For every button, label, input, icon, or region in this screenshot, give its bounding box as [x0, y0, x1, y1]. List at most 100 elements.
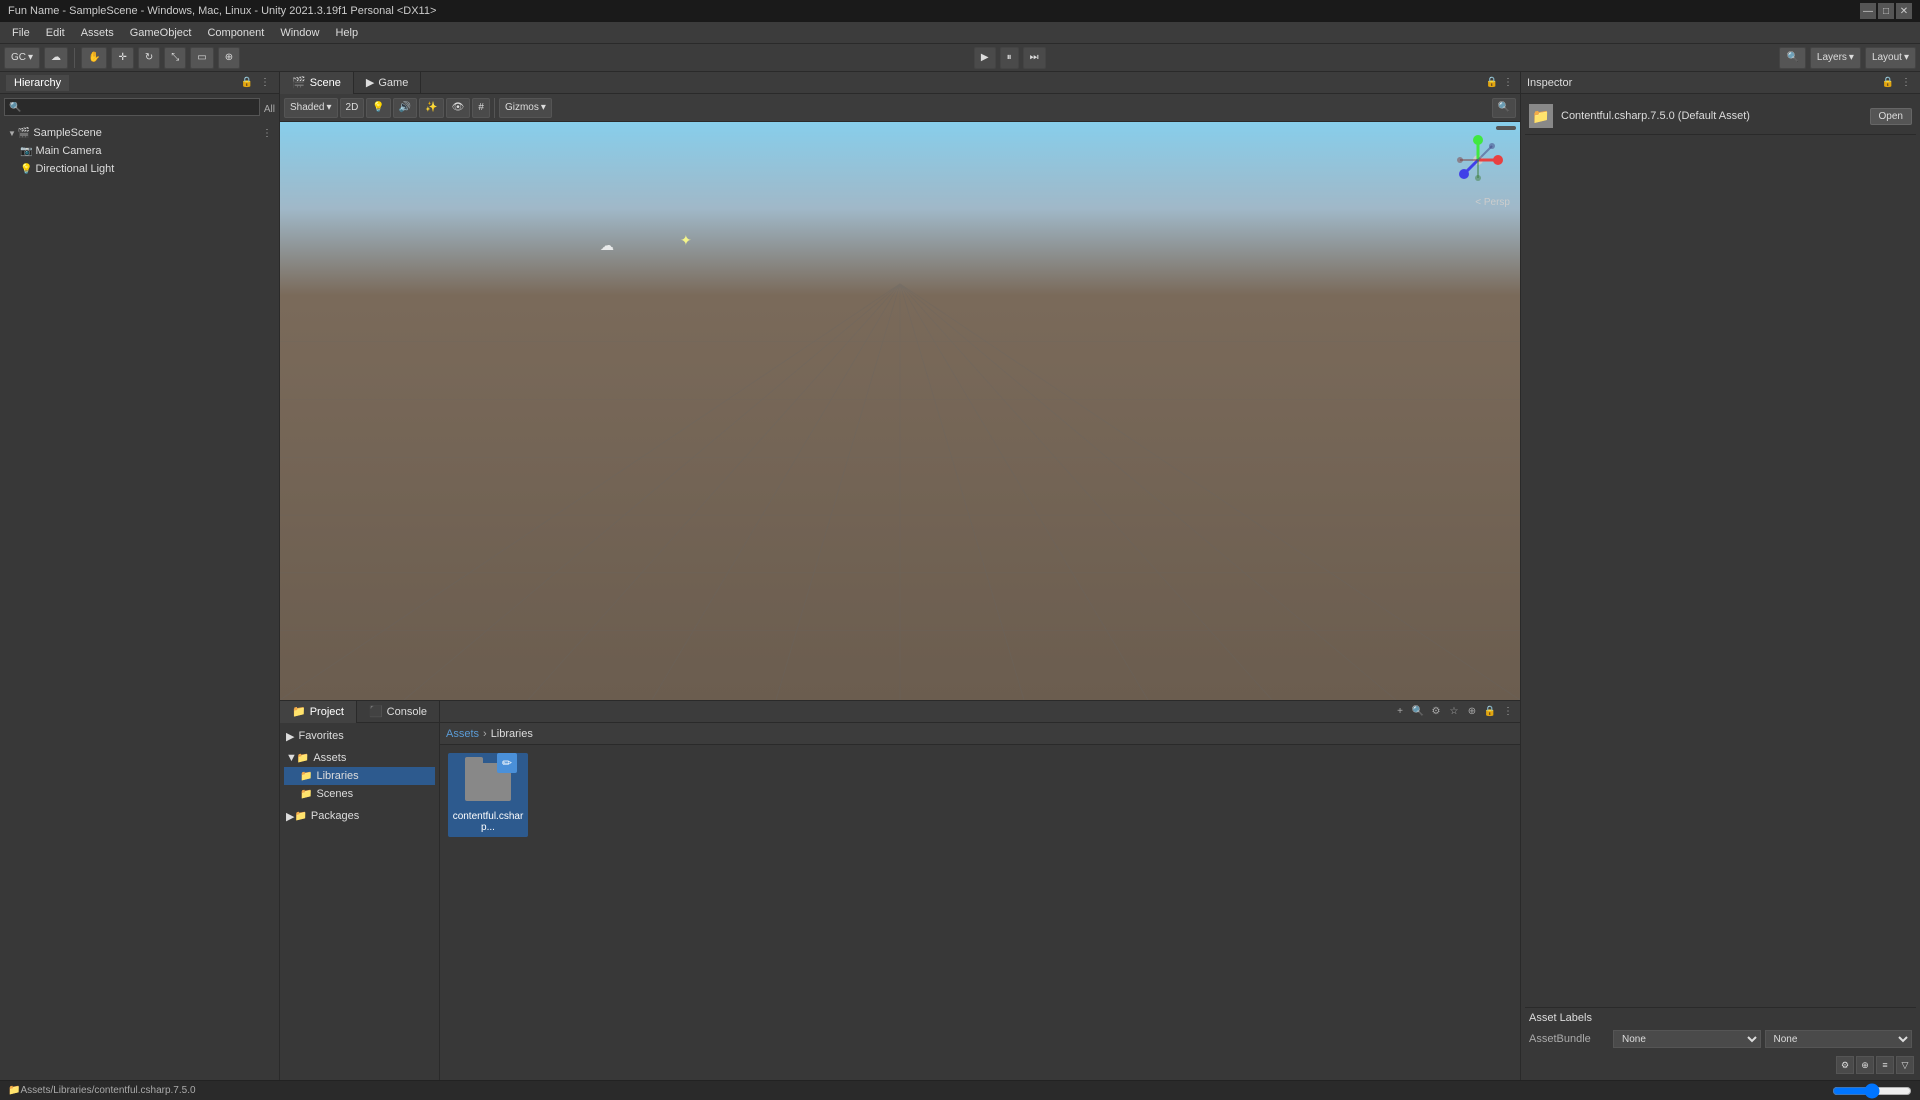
packages-header[interactable]: ▶ 📁 Packages [284, 807, 435, 825]
breadcrumb-root[interactable]: Assets [446, 728, 479, 740]
scene-name-label: SampleScene [33, 127, 102, 139]
project-menu-button[interactable]: ⋮ [1500, 704, 1516, 720]
inspector-open-button[interactable]: Open [1870, 108, 1912, 125]
game-tab[interactable]: ▶ Game [354, 72, 421, 94]
scene-tab[interactable]: 🎬 Scene [280, 72, 354, 94]
scene-gizmo[interactable] [1450, 132, 1510, 192]
inspector-lock-button[interactable]: 🔒 [1880, 75, 1896, 91]
play-icon: ▶ [981, 52, 989, 63]
menu-assets[interactable]: Assets [73, 25, 122, 41]
close-button[interactable]: ✕ [1896, 3, 1912, 19]
project-tab[interactable]: 📁 Project [280, 701, 357, 723]
project-add-button[interactable]: + [1392, 704, 1408, 720]
shading-mode-button[interactable]: Shaded ▾ [284, 98, 338, 118]
hierarchy-maincamera-item[interactable]: 📷 Main Camera [4, 142, 275, 160]
rotate-tool-button[interactable]: ↻ [138, 47, 160, 69]
scene-scrollbar[interactable] [1496, 126, 1516, 130]
inspector-icon-btn-3[interactable]: ≡ [1876, 1056, 1894, 1074]
hierarchy-light-item[interactable]: 💡 Directional Light [4, 160, 275, 178]
play-button[interactable]: ▶ [974, 47, 996, 69]
transform-tool-button[interactable]: ⊕ [218, 47, 240, 69]
menu-gameobject[interactable]: GameObject [122, 25, 200, 41]
hierarchy-tab[interactable]: Hierarchy [6, 75, 69, 91]
scene-visibility-button[interactable]: 👁 [446, 98, 471, 118]
gc-button[interactable]: GC ▾ [4, 47, 40, 69]
game-tab-icon: ▶ [366, 76, 374, 89]
audio-button[interactable]: 🔊 [393, 98, 417, 118]
inspector-icon-btn-2[interactable]: ⊕ [1856, 1056, 1874, 1074]
bottom-tabs: 📁 Project ⬛ Console + 🔍 ⚙ ☆ ⊕ 🔒 ⋮ [280, 701, 1520, 723]
asset-labels-section: Asset Labels AssetBundle None None [1525, 1007, 1916, 1054]
console-tab[interactable]: ⬛ Console [357, 701, 440, 723]
step-button[interactable]: ⏭ [1023, 47, 1046, 69]
scene-background: ☁ ✦ [280, 122, 1520, 700]
pause-button[interactable]: ⏸ [1000, 47, 1019, 69]
move-tool-button[interactable]: ✛ [111, 47, 133, 69]
packages-folder-icon: 📁 [294, 811, 306, 822]
menu-window[interactable]: Window [272, 25, 327, 41]
inspector-panel: Inspector 🔒 ⋮ 📁 Contentful.csharp.7.5.0 … [1520, 72, 1920, 1080]
project-lock-button[interactable]: 🔒 [1482, 704, 1498, 720]
inspector-bottom-icons: ⚙ ⊕ ≡ ▽ [1525, 1054, 1916, 1076]
expand-arrow-icon: ▼ [8, 129, 16, 138]
assets-label: Assets [313, 752, 346, 764]
menu-edit[interactable]: Edit [38, 25, 73, 41]
title-bar-content: Fun Name - SampleScene - Windows, Mac, L… [8, 5, 436, 17]
minimize-button[interactable]: — [1860, 3, 1876, 19]
layout-button[interactable]: Layout ▾ [1865, 47, 1916, 69]
grid-button[interactable]: # [472, 98, 490, 118]
scene-menu-btn[interactable]: ⋮ [259, 125, 275, 141]
hierarchy-lock-button[interactable]: 🔒 [239, 75, 255, 91]
project-search-button[interactable]: 🔍 [1410, 704, 1426, 720]
menu-file[interactable]: File [4, 25, 38, 41]
hierarchy-scene-item[interactable]: ▼ 🎬 SampleScene ⋮ [4, 124, 275, 142]
asset-bundle-dropdown-2[interactable]: None [1765, 1030, 1913, 1048]
asset-bundle-dropdown-1[interactable]: None [1613, 1030, 1761, 1048]
maximize-button[interactable]: □ [1878, 3, 1894, 19]
scene-menu-button[interactable]: ⋮ [1500, 75, 1516, 91]
hierarchy-search-input[interactable] [4, 98, 260, 116]
menu-help[interactable]: Help [327, 25, 366, 41]
scene-light-object: ✦ [680, 232, 692, 249]
fx-button[interactable]: ✨ [419, 98, 443, 118]
scenes-folder-item[interactable]: 📁 Scenes [284, 785, 435, 803]
asset-bundle-row: AssetBundle None None [1529, 1028, 1912, 1050]
inspector-icon-btn-1[interactable]: ⚙ [1836, 1056, 1854, 1074]
scene-lock-button[interactable]: 🔒 [1484, 75, 1500, 91]
breadcrumb-separator: › [483, 728, 487, 740]
scale-tool-button[interactable]: ⤡ [164, 47, 186, 69]
favorites-header[interactable]: ▶ Favorites [284, 727, 435, 745]
assets-header[interactable]: ▼ 📁 Assets [284, 749, 435, 767]
gizmos-button[interactable]: Gizmos ▾ [499, 98, 552, 118]
status-right [1832, 1083, 1912, 1099]
inspector-menu-button[interactable]: ⋮ [1898, 75, 1914, 91]
chevron-down-icon-3: ▾ [1904, 52, 1909, 63]
bottom-tab-actions: + 🔍 ⚙ ☆ ⊕ 🔒 ⋮ [1388, 704, 1520, 720]
project-settings-button[interactable]: ⊕ [1464, 704, 1480, 720]
zoom-slider[interactable] [1832, 1083, 1912, 1099]
layers-label: Layers [1817, 52, 1847, 63]
hierarchy-header: Hierarchy 🔒 ⋮ [0, 72, 279, 94]
menu-component[interactable]: Component [199, 25, 272, 41]
center-panel: 🎬 Scene ▶ Game 🔒 ⋮ Shaded ▾ 2D 💡 🔊 ✨ 👁 # [280, 72, 1520, 1080]
hand-tool-button[interactable]: ✋ [81, 47, 107, 69]
hierarchy-menu-button[interactable]: ⋮ [257, 75, 273, 91]
project-filter-button[interactable]: ⚙ [1428, 704, 1444, 720]
search-scene-button[interactable]: 🔍 [1492, 98, 1516, 118]
scene-tab-icon: 🎬 [292, 76, 306, 89]
inspector-header-actions: 🔒 ⋮ [1880, 75, 1914, 91]
rect-tool-button[interactable]: ▭ [190, 47, 213, 69]
cloud-icon: ☁ [51, 52, 61, 63]
lighting-button[interactable]: 💡 [366, 98, 390, 118]
cloud-button[interactable]: ☁ [44, 47, 68, 69]
inspector-asset-name: Contentful.csharp.7.5.0 (Default Asset) [1561, 110, 1862, 122]
layers-button[interactable]: Layers ▾ [1810, 47, 1861, 69]
asset-contentful-item[interactable]: ✏ contentful.csharp... [448, 753, 528, 837]
asset-labels-title: Asset Labels [1529, 1012, 1912, 1024]
inspector-icon-btn-4[interactable]: ▽ [1896, 1056, 1914, 1074]
project-favorite-button[interactable]: ☆ [1446, 704, 1462, 720]
expand-icon: ▶ [286, 730, 294, 743]
search-toolbar-button[interactable]: 🔍 [1779, 47, 1805, 69]
2d-mode-button[interactable]: 2D [340, 98, 365, 118]
libraries-folder-item[interactable]: 📁 Libraries [284, 767, 435, 785]
